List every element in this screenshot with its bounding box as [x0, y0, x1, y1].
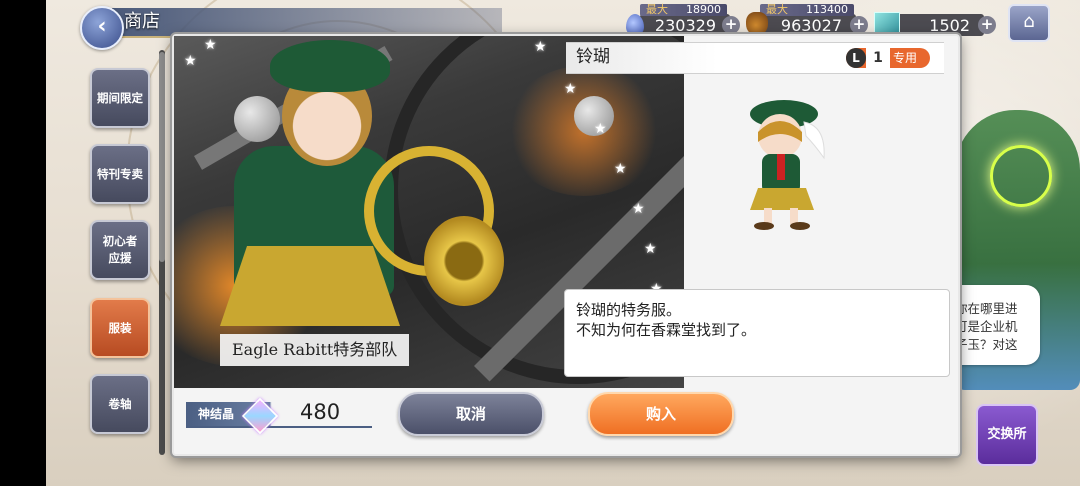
home-icon: ⌂	[1023, 11, 1035, 32]
exchange-button[interactable]: 交换所	[976, 404, 1038, 466]
npc-dialogue: 你在哪里进 可是企业机 子玉？对这	[955, 301, 1018, 352]
character-beret	[270, 40, 390, 92]
item-description: 铃瑚的特务服。 不知为何在香霖堂找到了。	[576, 301, 757, 339]
tab-limited-time[interactable]: 期间限定	[90, 68, 150, 128]
item-name: 铃瑚	[576, 47, 610, 67]
sidebar-scroll-thumb[interactable]	[159, 52, 165, 262]
tab-costumes[interactable]: 服装	[90, 298, 150, 358]
add-currency-button[interactable]: +	[722, 16, 740, 34]
exclusive-tag: 专用	[893, 51, 918, 65]
add-currency-button[interactable]: +	[978, 16, 996, 34]
page-title: 商店	[124, 11, 160, 32]
costume-caption: Eagle Rabitt特务部队	[220, 334, 410, 366]
cap-label: 最大	[646, 3, 668, 16]
currency-value: 1502	[929, 16, 970, 35]
character-skirt	[220, 246, 400, 326]
currency-value: 963027	[780, 16, 842, 35]
cap-value: 113400	[806, 3, 848, 16]
screen-edge	[0, 0, 46, 486]
buy-button[interactable]: 购入	[588, 392, 734, 436]
tab-special-issue[interactable]: 特刊专卖	[90, 144, 150, 204]
level-prefix: L	[846, 48, 866, 68]
level-value: 1	[866, 48, 890, 68]
tab-beginner-support[interactable]: 初心者 应援	[90, 220, 150, 280]
currency-crystals: 1502 +	[874, 4, 998, 38]
cap-label: 最大	[766, 3, 788, 16]
price-value: 480	[300, 400, 341, 424]
currency-stamina: 最大 18900 230329 +	[626, 4, 742, 38]
horn-bell	[424, 216, 504, 306]
cancel-button[interactable]: 取消	[398, 392, 544, 436]
add-currency-button[interactable]: +	[850, 16, 868, 34]
currency-value: 230329	[654, 16, 716, 35]
cap-value: 18900	[686, 3, 721, 16]
back-button[interactable]: ‹	[80, 6, 124, 50]
sparkle-ring	[990, 145, 1052, 207]
tab-scrolls[interactable]: 卷轴	[90, 374, 150, 434]
chevron-left-icon: ‹	[97, 14, 107, 39]
currency-label: 神结晶	[198, 407, 235, 421]
currency-coins: 最大 113400 963027 +	[746, 4, 868, 38]
home-button[interactable]: ⌂	[1008, 4, 1050, 42]
chibi-preview	[750, 100, 825, 230]
